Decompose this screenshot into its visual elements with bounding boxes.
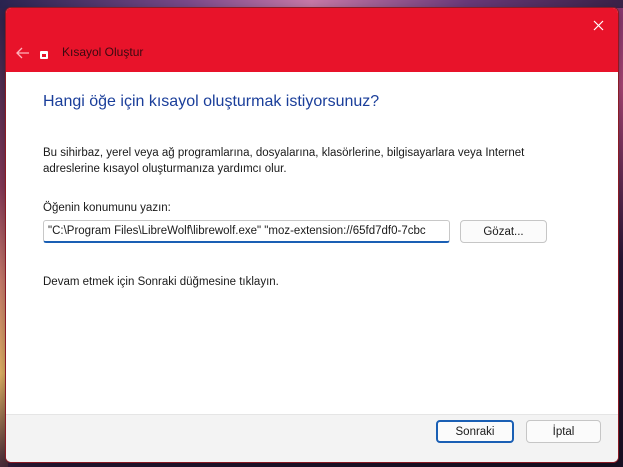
- back-arrow-icon: [16, 47, 29, 59]
- next-hint: Devam etmek için Sonraki düğmesine tıkla…: [43, 276, 279, 288]
- page-heading: Hangi öğe için kısayol oluşturmak istiyo…: [43, 93, 380, 110]
- cancel-button[interactable]: İptal: [526, 420, 601, 443]
- location-input[interactable]: [43, 220, 450, 243]
- window-title: Kısayol Oluştur: [62, 45, 144, 59]
- title-bar: Kısayol Oluştur: [6, 8, 618, 72]
- create-shortcut-dialog: Kısayol Oluştur Hangi öğe için kısayol o…: [5, 7, 619, 463]
- close-icon: [593, 20, 603, 30]
- browse-button[interactable]: Gözat...: [460, 220, 547, 243]
- page-description: Bu sihirbaz, yerel veya ağ programlarına…: [43, 147, 525, 175]
- shortcut-app-icon: [40, 51, 48, 59]
- next-button[interactable]: Sonraki: [436, 420, 514, 443]
- close-button[interactable]: [584, 12, 612, 38]
- back-button[interactable]: [12, 42, 34, 64]
- location-label: Öğenin konumunu yazın:: [43, 202, 171, 214]
